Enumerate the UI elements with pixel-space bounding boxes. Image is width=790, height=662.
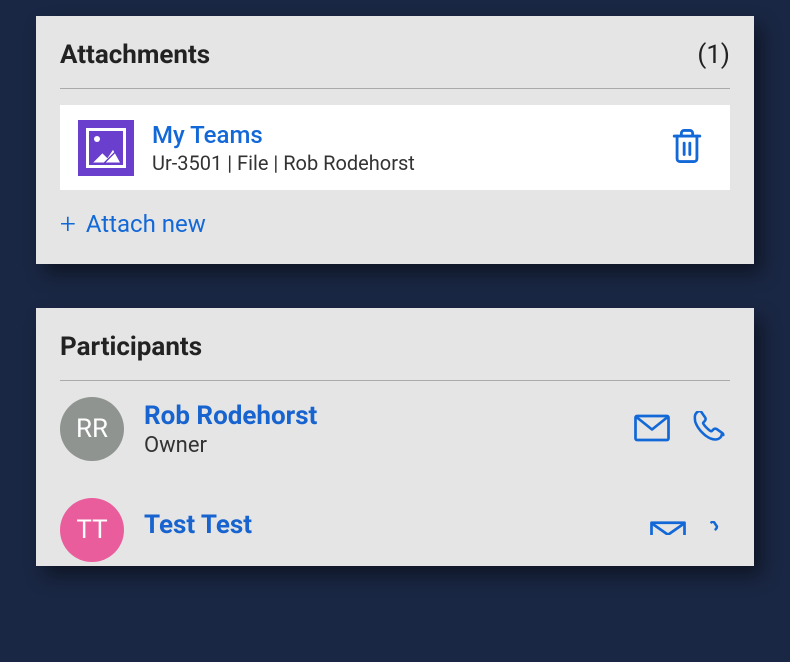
email-button[interactable] xyxy=(630,407,674,452)
avatar-initials: RR xyxy=(76,414,108,444)
call-button[interactable] xyxy=(688,407,730,452)
participant-info: Rob Rodehorst Owner xyxy=(144,401,630,458)
call-button[interactable] xyxy=(704,517,730,542)
participant-row: TT Test Test xyxy=(60,471,730,542)
participant-info: Test Test xyxy=(144,490,646,540)
attachments-card: Attachments (1) My Teams Ur-3501 | File … xyxy=(36,16,754,264)
participants-title: Participants xyxy=(60,332,202,362)
attach-new-label: Attach new xyxy=(86,210,206,238)
attachments-count: (1) xyxy=(697,40,730,70)
avatar: RR xyxy=(60,397,124,461)
attachments-header: Attachments (1) xyxy=(60,40,730,89)
phone-icon xyxy=(708,521,726,538)
participant-actions xyxy=(630,407,730,452)
participants-card: Participants RR Rob Rodehorst Owner xyxy=(36,308,754,566)
delete-attachment-button[interactable] xyxy=(662,119,712,176)
plus-icon: + xyxy=(60,210,76,238)
participant-name-link[interactable]: Test Test xyxy=(144,510,646,540)
attachments-title: Attachments xyxy=(60,40,210,70)
attachment-title-link[interactable]: My Teams xyxy=(152,121,263,149)
phone-icon xyxy=(692,411,726,448)
avatar: TT xyxy=(60,498,124,562)
participant-actions xyxy=(646,517,730,542)
attach-new-button[interactable]: + Attach new xyxy=(60,208,730,240)
participant-role: Owner xyxy=(144,433,630,458)
email-button[interactable] xyxy=(646,517,690,542)
attachment-info: My Teams Ur-3501 | File | Rob Rodehorst xyxy=(152,121,662,175)
trash-icon xyxy=(670,127,704,168)
mail-icon xyxy=(634,414,670,445)
attachment-row: My Teams Ur-3501 | File | Rob Rodehorst xyxy=(60,105,730,190)
participant-row: RR Rob Rodehorst Owner xyxy=(60,381,730,471)
image-icon xyxy=(78,120,134,176)
participants-header: Participants xyxy=(60,332,730,381)
mail-icon xyxy=(650,521,686,538)
avatar-initials: TT xyxy=(76,515,107,545)
attachment-meta: Ur-3501 | File | Rob Rodehorst xyxy=(152,151,662,175)
participant-name-link[interactable]: Rob Rodehorst xyxy=(144,401,630,431)
